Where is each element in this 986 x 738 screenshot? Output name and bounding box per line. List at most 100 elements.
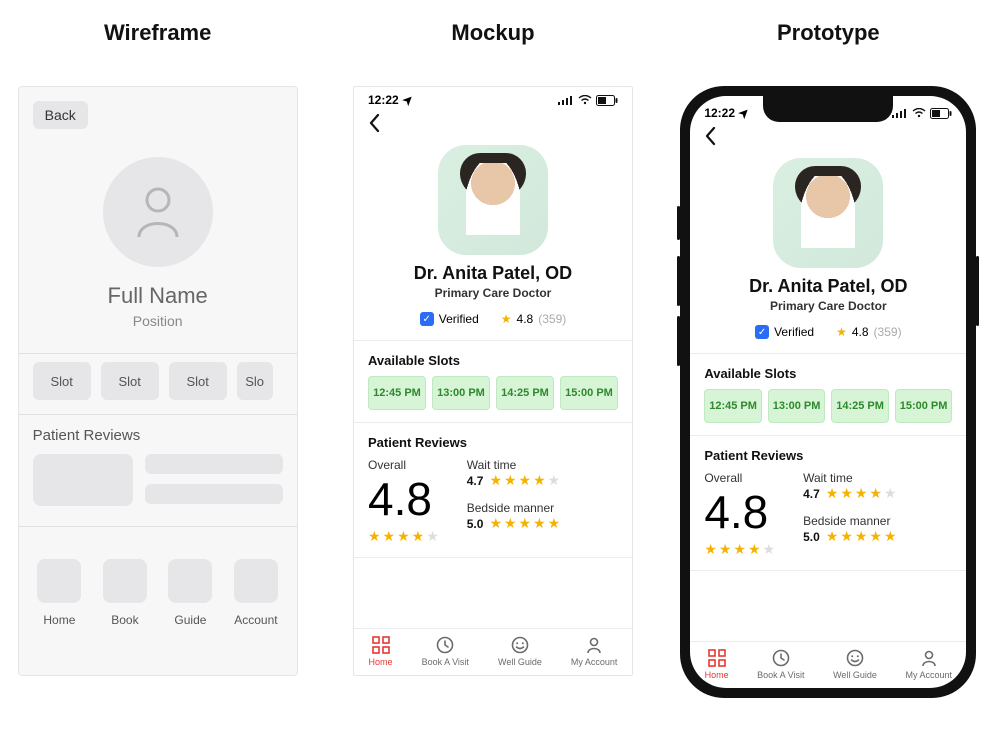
person-icon <box>919 648 939 668</box>
back-button[interactable] <box>354 107 632 139</box>
overall-score: 4.8 <box>704 489 777 535</box>
back-button[interactable]: Back <box>33 101 88 129</box>
bedside-score: 5.0 <box>467 517 484 531</box>
tab-guide[interactable]: Well Guide <box>498 635 542 667</box>
slot-chip[interactable]: 12:45 PM <box>368 376 426 410</box>
rating-count: (359) <box>874 325 902 339</box>
tab-label: My Account <box>571 657 618 667</box>
review-block-small <box>145 454 283 474</box>
badge-row: ✓ Verified ★ 4.8 (359) <box>690 325 966 339</box>
slot-chip[interactable]: Slot <box>169 362 227 400</box>
divider <box>690 570 966 571</box>
wait-score: 4.7 <box>467 474 484 488</box>
slot-chip[interactable]: 15:00 PM <box>895 389 953 423</box>
back-button[interactable] <box>690 120 966 152</box>
star-icon: ★ <box>501 312 512 326</box>
tab-account[interactable]: My Account <box>905 648 952 680</box>
wait-score: 4.7 <box>803 487 820 501</box>
slot-chip[interactable]: 15:00 PM <box>560 376 618 410</box>
review-block-large <box>33 454 133 506</box>
battery-icon <box>596 95 618 106</box>
name-placeholder: Full Name <box>33 283 283 309</box>
tab-account[interactable]: My Account <box>571 635 618 667</box>
reviews-section: Patient Reviews Overall 4.8 ★★★★★ Wait t… <box>354 427 632 553</box>
tab-book[interactable]: Book A Visit <box>422 635 469 667</box>
tab-label: My Account <box>905 670 952 680</box>
tabbar: Home Book A Visit Well Guide My Account <box>354 628 632 675</box>
clock-icon <box>771 648 791 668</box>
tab-book[interactable]: Book <box>98 559 152 627</box>
overall-label: Overall <box>368 458 441 472</box>
review-block-small <box>145 484 283 504</box>
location-arrow-icon: ➤ <box>399 91 416 108</box>
slot-chip[interactable]: 14:25 PM <box>496 376 554 410</box>
divider <box>690 435 966 436</box>
tab-label: Well Guide <box>498 657 542 667</box>
slots-heading: Available Slots <box>704 366 952 381</box>
tabbar: Home Book Guide Account <box>33 559 283 627</box>
divider <box>690 353 966 354</box>
verified-badge: ✓ Verified <box>420 312 479 326</box>
bedside-stars: ★★★★★ <box>826 528 899 545</box>
rating-badge: ★ 4.8 (359) <box>501 312 566 326</box>
phone-notch <box>763 96 893 122</box>
rating-value: 4.8 <box>517 312 534 326</box>
wait-stars: ★★★★★ <box>826 485 899 502</box>
divider <box>354 422 632 423</box>
mockup-screen: 12:22➤ Dr. Anita Patel, OD Primary Care … <box>353 86 633 676</box>
signal-icon <box>892 108 908 118</box>
doctor-name: Dr. Anita Patel, OD <box>354 263 632 284</box>
tab-guide[interactable]: Well Guide <box>833 648 877 680</box>
wait-label: Wait time <box>803 471 898 485</box>
person-icon <box>133 185 183 239</box>
reviews-heading: Patient Reviews <box>33 427 283 444</box>
comparison-stage: Wireframe Back Full Name Position Slot S… <box>0 20 986 698</box>
tab-account[interactable]: Account <box>229 559 283 627</box>
reviews-heading: Patient Reviews <box>368 435 618 450</box>
check-icon: ✓ <box>420 312 434 326</box>
mockup-column: Mockup 12:22➤ Dr. Anita Patel, OD Primar… <box>338 20 648 698</box>
doctor-name: Dr. Anita Patel, OD <box>690 276 966 297</box>
prototype-title: Prototype <box>777 20 880 46</box>
grid-icon <box>371 635 391 655</box>
tab-home[interactable]: Home <box>369 635 393 667</box>
rating-value: 4.8 <box>852 325 869 339</box>
verified-label: Verified <box>774 325 814 339</box>
tab-label: Home <box>705 670 729 680</box>
phone-side-button <box>976 256 979 326</box>
slot-chip[interactable]: Slot <box>33 362 91 400</box>
tabbar: Home Book A Visit Well Guide My Account <box>690 641 966 688</box>
divider <box>19 526 297 527</box>
slot-chip[interactable]: 14:25 PM <box>831 389 889 423</box>
smile-icon <box>510 635 530 655</box>
slot-chip[interactable]: 12:45 PM <box>704 389 762 423</box>
divider <box>354 557 632 558</box>
tab-label: Home <box>369 657 393 667</box>
tab-guide[interactable]: Guide <box>164 559 218 627</box>
mockup-title: Mockup <box>451 20 534 46</box>
slot-chip[interactable]: Slot <box>101 362 159 400</box>
tab-home[interactable]: Home <box>705 648 729 680</box>
doctor-photo <box>438 145 548 255</box>
overall-score: 4.8 <box>368 476 441 522</box>
clock-icon <box>435 635 455 655</box>
wireframe-panel: Back Full Name Position Slot Slot Slot S… <box>18 86 298 676</box>
overall-stars: ★★★★★ <box>704 541 777 558</box>
smile-icon <box>845 648 865 668</box>
tab-home[interactable]: Home <box>33 559 87 627</box>
slot-chip[interactable]: 13:00 PM <box>768 389 826 423</box>
divider <box>354 340 632 341</box>
phone-side-button <box>677 206 680 240</box>
signal-icon <box>558 95 574 105</box>
reviews-section: Patient Reviews Overall 4.8 ★★★★★ Wait t… <box>690 440 966 566</box>
tab-book[interactable]: Book A Visit <box>757 648 804 680</box>
reviews-placeholder <box>33 454 283 506</box>
phone-side-button <box>677 316 680 366</box>
slot-chip[interactable]: 13:00 PM <box>432 376 490 410</box>
divider <box>19 353 297 354</box>
rating-count: (359) <box>538 312 566 326</box>
grid-icon <box>707 648 727 668</box>
position-placeholder: Position <box>33 313 283 329</box>
status-time: 12:22 <box>704 106 735 120</box>
slot-chip-cut[interactable]: Slo <box>237 362 273 400</box>
